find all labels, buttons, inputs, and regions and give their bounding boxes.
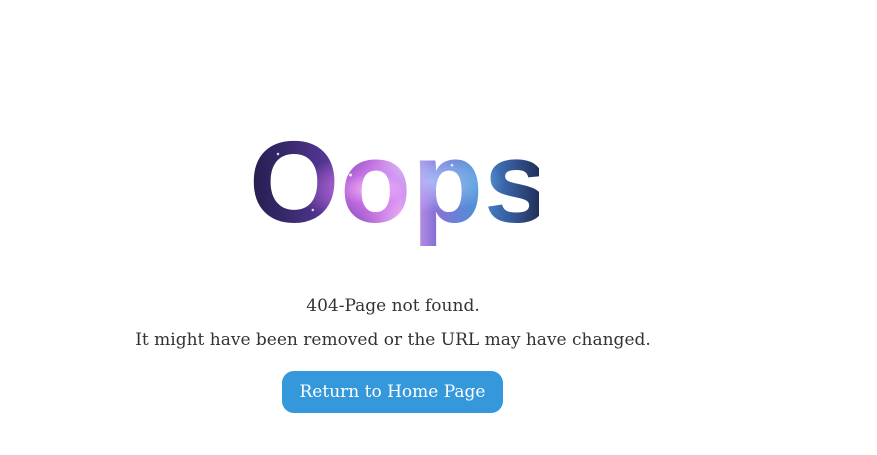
oops-heading: Oops! xyxy=(249,112,539,252)
return-home-button[interactable]: Return to Home Page xyxy=(282,371,503,413)
error-page: Oops! 404-Page not found. It might have … xyxy=(0,0,877,455)
error-detail-message: It might have been removed or the URL ma… xyxy=(135,330,651,350)
error-code-message: 404-Page not found. xyxy=(306,296,480,316)
